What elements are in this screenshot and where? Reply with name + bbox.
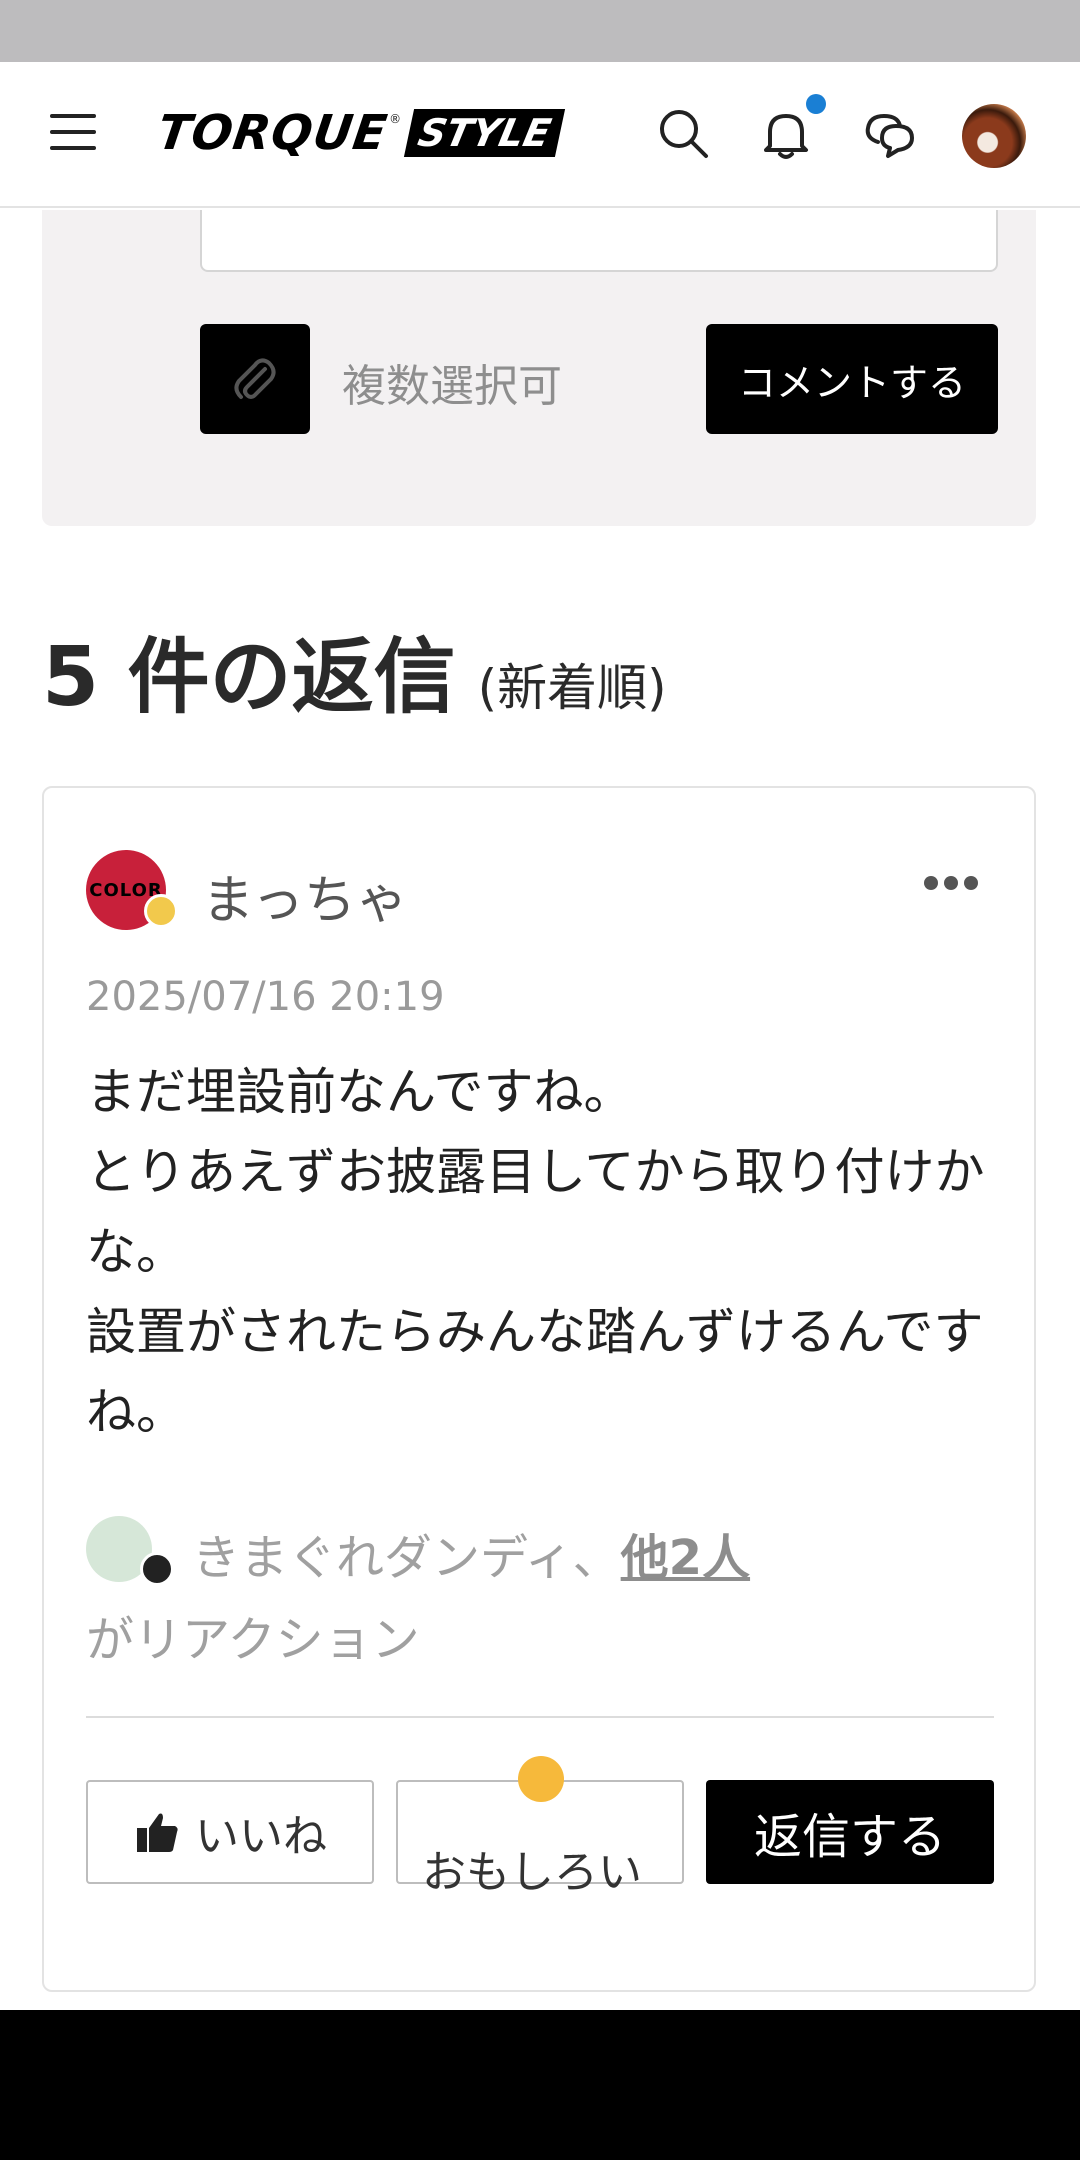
chat-icon[interactable] (860, 104, 920, 164)
menu-icon[interactable] (50, 114, 96, 150)
comment-body: まだ埋設前なんですね。 とりあえずお披露目してから取り付けかな。 設置がされたら… (86, 1063, 985, 1441)
reactor-badge-icon (140, 1552, 174, 1586)
reaction-summary: きまぐれダンディ、他2人 (192, 1530, 751, 1586)
comment-composer: 複数選択可 コメントする (42, 210, 1036, 526)
replies-count: 5 件の返信 (42, 630, 456, 725)
navigation-bar (0, 2010, 1080, 2160)
thumbs-up-icon (137, 1813, 178, 1852)
comment-submit-button[interactable]: コメントする (706, 324, 998, 434)
comment-timestamp: 2025/07/16 20:19 (86, 974, 445, 1020)
funny-button[interactable]: おもしろい (396, 1756, 684, 1898)
multi-select-label: 複数選択可 (342, 361, 562, 412)
notification-dot (806, 94, 826, 114)
user-badge-icon (144, 894, 178, 928)
bell-icon[interactable] (756, 104, 816, 164)
reply-card: COLOR まっちゃ 2025/07/16 20:19 まだ埋設前なんですね。 … (42, 786, 1036, 1992)
replies-sort[interactable]: (新着順) (478, 648, 667, 720)
divider (86, 1716, 994, 1718)
replies-header: 5 件の返信 (新着順) (42, 610, 667, 729)
laughing-face-icon (518, 1756, 564, 1802)
paperclip-icon (234, 358, 276, 399)
search-icon[interactable] (654, 104, 714, 164)
status-bar (0, 0, 1080, 62)
user-name[interactable]: まっちゃ (202, 858, 408, 933)
reaction-others-link[interactable]: 他2人 (621, 1530, 750, 1586)
comment-textarea[interactable] (200, 210, 998, 272)
top-header: TORQUE ® STYLE (0, 62, 1080, 208)
more-options-icon[interactable] (924, 876, 984, 898)
site-logo[interactable]: TORQUE ® STYLE (154, 105, 566, 161)
avatar[interactable] (962, 104, 1026, 168)
like-button[interactable]: いいね (86, 1780, 374, 1884)
attach-button[interactable] (200, 324, 310, 434)
reaction-suffix: がリアクション (86, 1612, 420, 1668)
reply-button[interactable]: 返信する (706, 1780, 994, 1884)
